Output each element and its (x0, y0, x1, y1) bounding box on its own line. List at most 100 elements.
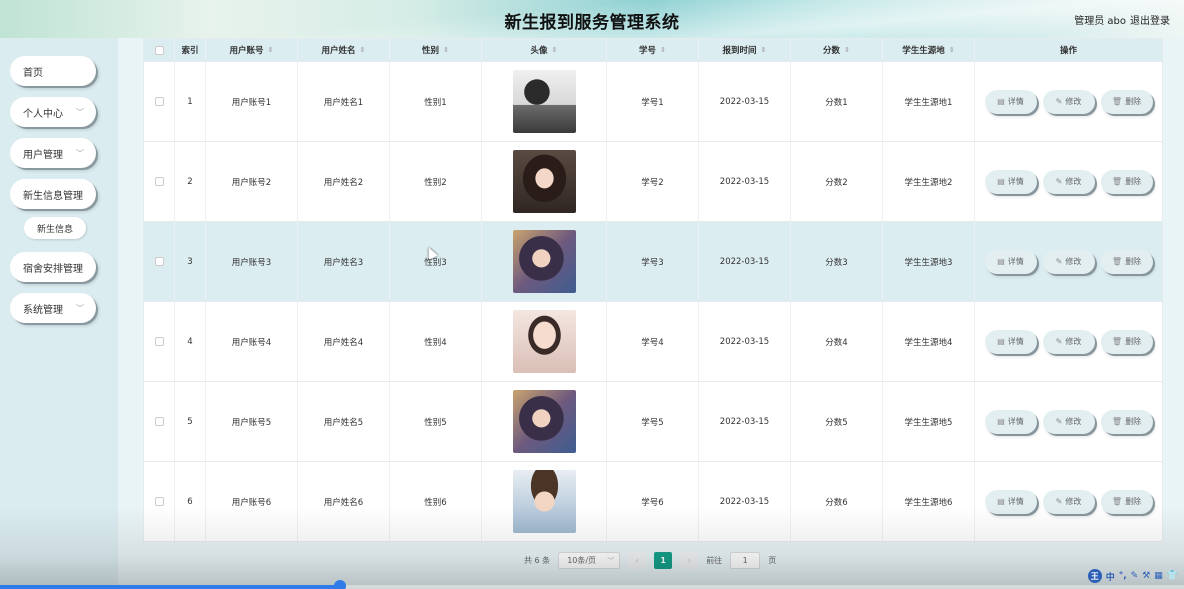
detail-label: 详情 (1007, 337, 1024, 346)
cell-gender: 性别1 (390, 62, 482, 141)
row-checkbox[interactable] (154, 177, 164, 186)
avatar[interactable] (512, 230, 576, 293)
select-all-checkbox[interactable] (154, 45, 164, 55)
row-checkbox[interactable] (154, 257, 164, 266)
detail-button[interactable]: ▤ 详情 (984, 249, 1037, 274)
goto-page-input[interactable]: 1 (730, 552, 761, 569)
edit-button[interactable]: ✎ 修改 (1042, 329, 1095, 354)
row-checkbox[interactable] (154, 417, 164, 426)
sort-icon[interactable]: ⇕ (761, 46, 767, 54)
sidebar-item-profile[interactable]: 个人中心 ﹀ (10, 97, 96, 127)
ime-tools-icon[interactable]: ⚒ (1142, 571, 1150, 581)
header-score[interactable]: 分数 ⇕ (791, 39, 883, 61)
edit-button[interactable]: ✎ 修改 (1042, 489, 1095, 514)
next-page-button[interactable]: › (680, 552, 699, 569)
row-checkbox[interactable] (154, 97, 164, 106)
page-title: 新生报到服务管理系统 (504, 13, 680, 33)
edit-button[interactable]: ✎ 修改 (1042, 249, 1095, 274)
edit-button[interactable]: ✎ 修改 (1042, 409, 1095, 434)
row-select-cell[interactable] (144, 302, 175, 381)
chevron-down-icon: ﹀ (76, 149, 84, 158)
avatar[interactable] (512, 70, 576, 133)
ime-punct-icon[interactable]: °, (1119, 571, 1127, 581)
sidebar-item-dorm[interactable]: 宿舍安排管理 (10, 252, 96, 282)
table-row[interactable]: 5 用户账号5 用户姓名5 性别5 学号5 2022-03-15 分数5 学生生… (144, 381, 1162, 461)
sort-icon[interactable]: ⇕ (443, 46, 449, 54)
table-row[interactable]: 2 用户账号2 用户姓名2 性别2 学号2 2022-03-15 分数2 学生生… (144, 141, 1162, 221)
cell-account: 用户账号1 (206, 62, 298, 141)
detail-button[interactable]: ▤ 详情 (984, 329, 1037, 354)
cell-account: 用户账号2 (206, 142, 298, 221)
cell-date: 2022-03-15 (699, 222, 791, 301)
page-size-select[interactable]: 10条/页 ﹀ (558, 552, 621, 569)
cell-index: 6 (175, 462, 206, 541)
sidebar-item-system[interactable]: 系统管理 ﹀ (10, 293, 96, 323)
delete-button[interactable]: 🗑 删除 (1100, 489, 1153, 514)
header-avatar[interactable]: 头像 ⇕ (482, 39, 607, 61)
header-label: 用户账号 (229, 46, 264, 56)
avatar[interactable] (512, 470, 576, 533)
detail-button[interactable]: ▤ 详情 (984, 409, 1037, 434)
pencil-icon: ✎ (1055, 177, 1063, 186)
row-select-cell[interactable] (144, 462, 175, 541)
table-row[interactable]: 1 用户账号1 用户姓名1 性别1 学号1 2022-03-15 分数1 学生生… (144, 61, 1162, 141)
video-progress-handle[interactable] (334, 580, 346, 589)
avatar[interactable] (512, 150, 576, 213)
table-row[interactable]: 3 用户账号3 用户姓名3 性别3 学号3 2022-03-15 分数3 学生生… (144, 221, 1162, 301)
sort-icon[interactable]: ⇕ (660, 46, 666, 54)
detail-label: 详情 (1007, 257, 1024, 266)
ime-logo-icon[interactable]: 王 (1087, 569, 1102, 583)
sidebar-item-users[interactable]: 用户管理 ﹀ (10, 138, 96, 168)
cell-gender: 性别5 (390, 382, 482, 461)
detail-button[interactable]: ▤ 详情 (984, 169, 1037, 194)
cell-student-no: 学号4 (607, 302, 699, 381)
row-checkbox[interactable] (154, 337, 164, 346)
header-select-all[interactable] (144, 39, 175, 61)
delete-button[interactable]: 🗑 删除 (1100, 169, 1153, 194)
header-origin[interactable]: 学生生源地 ⇕ (883, 39, 975, 61)
row-checkbox[interactable] (154, 497, 164, 506)
ime-pen-icon[interactable]: ✎ (1131, 571, 1139, 581)
sidebar-item-home[interactable]: 首页 (10, 56, 96, 86)
current-user: 管理员 abo (1074, 16, 1126, 27)
header-student-no[interactable]: 学号 ⇕ (607, 39, 699, 61)
detail-button[interactable]: ▤ 详情 (984, 89, 1037, 114)
sidebar-subitem-student-info[interactable]: 新生信息 (24, 217, 86, 239)
sidebar-item-student-info[interactable]: 新生信息管理 (10, 179, 96, 209)
ime-keyboard-icon[interactable]: ▦ (1154, 571, 1163, 581)
header-gender[interactable]: 性别 ⇕ (390, 39, 482, 61)
cell-name: 用户姓名1 (298, 62, 390, 141)
delete-button[interactable]: 🗑 删除 (1100, 89, 1153, 114)
sort-icon[interactable]: ⇕ (949, 46, 955, 54)
document-icon: ▤ (997, 497, 1005, 506)
ime-lang-icon[interactable]: 中 (1106, 570, 1115, 583)
edit-button[interactable]: ✎ 修改 (1042, 89, 1095, 114)
cell-actions: ▤ 详情 ✎ 修改 🗑 删除 (975, 382, 1162, 461)
edit-button[interactable]: ✎ 修改 (1042, 169, 1095, 194)
row-select-cell[interactable] (144, 222, 175, 301)
delete-button[interactable]: 🗑 删除 (1100, 249, 1153, 274)
avatar[interactable] (512, 390, 576, 453)
delete-label: 删除 (1125, 417, 1142, 426)
header-account[interactable]: 用户账号 ⇕ (206, 39, 298, 61)
sort-icon[interactable]: ⇕ (360, 46, 366, 54)
prev-page-button[interactable]: ‹ (628, 552, 647, 569)
delete-button[interactable]: 🗑 删除 (1100, 329, 1153, 354)
row-select-cell[interactable] (144, 382, 175, 461)
header-date[interactable]: 报到时间 ⇕ (699, 39, 791, 61)
row-select-cell[interactable] (144, 62, 175, 141)
sort-icon[interactable]: ⇕ (268, 46, 274, 54)
page-number-current[interactable]: 1 (654, 552, 673, 569)
avatar[interactable] (512, 310, 576, 373)
logout-link[interactable]: 退出登录 (1130, 12, 1170, 27)
cell-date: 2022-03-15 (699, 142, 791, 221)
table-row[interactable]: 4 用户账号4 用户姓名4 性别4 学号4 2022-03-15 分数4 学生生… (144, 301, 1162, 381)
sort-icon[interactable]: ⇕ (844, 46, 850, 54)
delete-button[interactable]: 🗑 删除 (1100, 409, 1153, 434)
detail-button[interactable]: ▤ 详情 (984, 489, 1037, 514)
ime-skin-icon[interactable]: 👕 (1167, 571, 1178, 581)
row-select-cell[interactable] (144, 142, 175, 221)
table-row[interactable]: 6 用户账号6 用户姓名6 性别6 学号6 2022-03-15 分数6 学生生… (144, 461, 1162, 541)
header-name[interactable]: 用户姓名 ⇕ (298, 39, 390, 61)
sort-icon[interactable]: ⇕ (552, 46, 558, 54)
